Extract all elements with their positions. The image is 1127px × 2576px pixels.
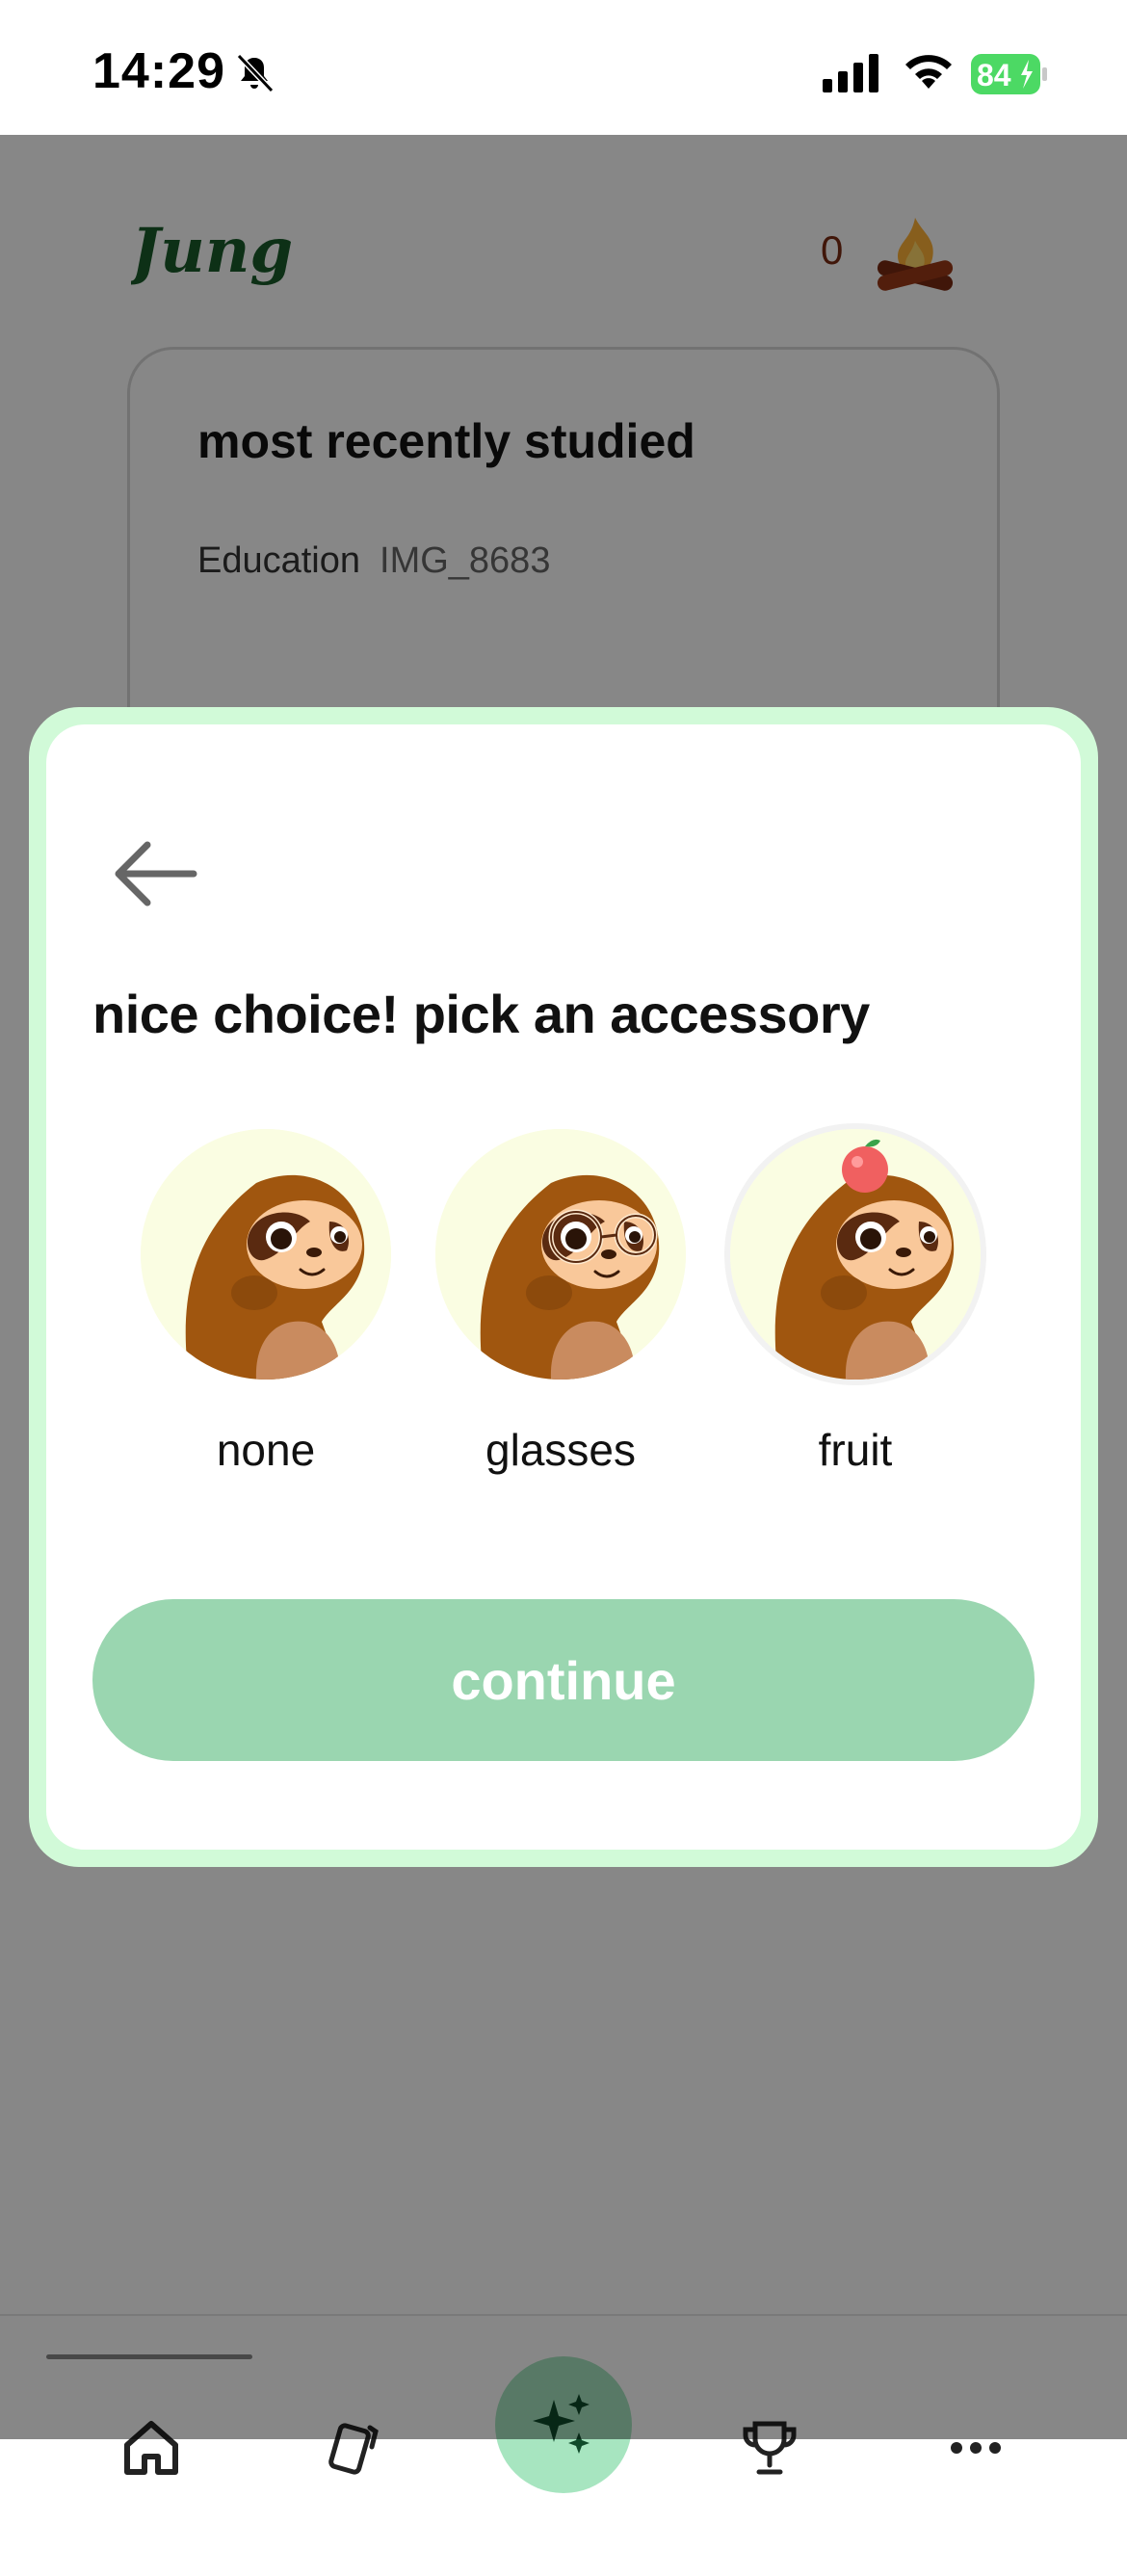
option-glasses[interactable]: glasses	[426, 1129, 695, 1476]
battery-charging-icon: 84	[971, 54, 1048, 94]
sloth-avatar	[141, 1129, 391, 1380]
option-fruit[interactable]: fruit	[721, 1129, 990, 1476]
sloth-avatar-fruit	[730, 1129, 981, 1380]
bell-slash-icon	[236, 53, 275, 93]
modal-content: nice choice! pick an accessory none glas…	[46, 724, 1081, 1850]
battery-percent: 84	[977, 58, 1011, 92]
option-label: none	[216, 1425, 316, 1475]
option-label: fruit	[818, 1425, 893, 1475]
fruit-icon	[842, 1146, 888, 1193]
status-time: 14:29	[92, 43, 225, 99]
sloth-avatar-glasses	[435, 1129, 686, 1380]
arrow-left-icon	[115, 841, 197, 907]
continue-button[interactable]: continue	[92, 1599, 1035, 1761]
option-label: glasses	[485, 1425, 636, 1475]
option-none[interactable]: none	[131, 1129, 401, 1476]
status-bar: 14:29 84	[0, 0, 1127, 135]
wifi-icon	[905, 55, 952, 89]
cellular-signal-icon	[823, 54, 878, 92]
accessory-modal: nice choice! pick an accessory none glas…	[29, 707, 1098, 1867]
back-button[interactable]	[106, 830, 202, 917]
modal-title: nice choice! pick an accessory	[92, 984, 870, 1044]
